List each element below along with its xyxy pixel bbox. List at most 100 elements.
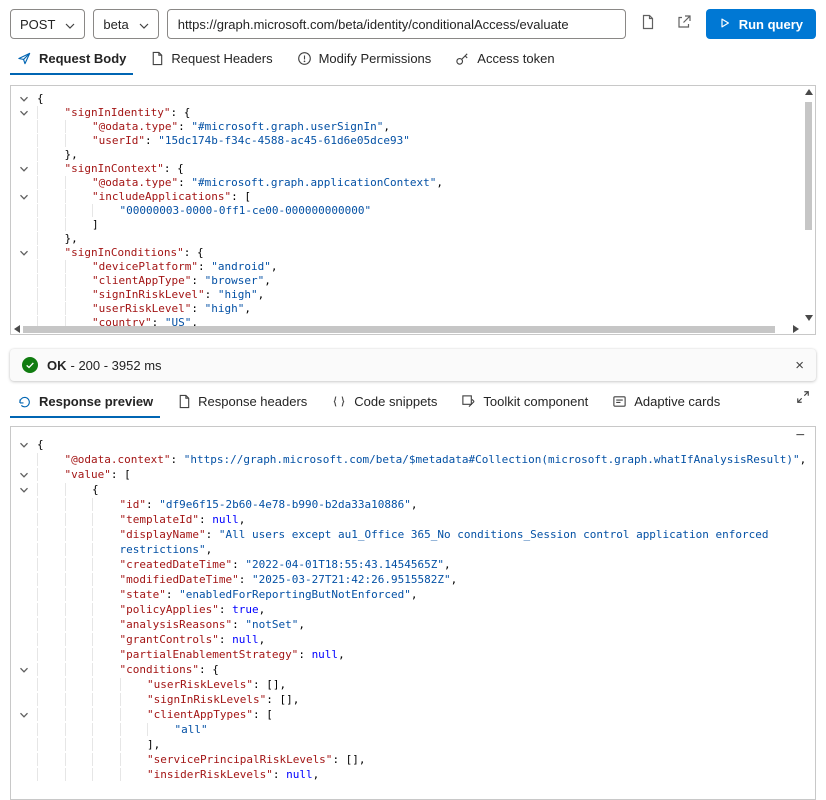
code-line: "displayName": "All users except au1_Off… <box>11 527 815 542</box>
code-line: { <box>11 482 815 497</box>
code-line: "id": "df9e6f15-2b60-4e78-b990-b2da33a10… <box>11 497 815 512</box>
permissions-icon <box>297 51 312 66</box>
code-line: "insiderRiskLevels": null, <box>11 767 815 782</box>
code-line: "userRiskLevel": "high", <box>11 302 815 316</box>
code-line: "state": "enabledForReportingButNotEnfor… <box>11 587 815 602</box>
tab-modify-permissions[interactable]: Modify Permissions <box>290 44 439 75</box>
code-line: "userRiskLevels": [], <box>11 677 815 692</box>
share-icon-button[interactable] <box>670 10 698 38</box>
fold-chevron-icon[interactable] <box>19 665 29 675</box>
tab-code-snippets[interactable]: Code snippets <box>324 387 444 418</box>
code-line: "conditions": { <box>11 662 815 677</box>
expand-icon[interactable] <box>796 390 810 409</box>
tab-adaptive-cards[interactable]: Adaptive cards <box>605 387 727 418</box>
code-line: "clientAppType": "browser", <box>11 274 815 288</box>
code-line: "includeApplications": [ <box>11 190 815 204</box>
tab-label: Response preview <box>39 394 154 409</box>
code-line: }, <box>11 148 815 162</box>
code-line: "clientAppTypes": [ <box>11 707 815 722</box>
code-line: "signInConditions": { <box>11 246 815 260</box>
code-line: "createdDateTime": "2022-04-01T18:55:43.… <box>11 557 815 572</box>
fold-chevron-icon[interactable] <box>19 710 29 720</box>
adaptive-cards-icon <box>612 394 627 409</box>
code-line: }, <box>11 232 815 246</box>
request-tabs: Request Body Request Headers Modify Perm… <box>0 44 826 75</box>
tab-request-headers[interactable]: Request Headers <box>143 44 279 75</box>
fold-chevron-icon[interactable] <box>19 94 29 104</box>
fold-chevron-icon[interactable] <box>19 470 29 480</box>
collapse-icon[interactable]: − <box>796 427 805 445</box>
response-status-bar: OK - 200 - 3952 ms × <box>10 349 816 381</box>
send-icon <box>17 51 32 66</box>
code-line: "@odata.type": "#microsoft.graph.applica… <box>11 176 815 190</box>
document-icon-button[interactable] <box>634 10 662 38</box>
fold-chevron-icon[interactable] <box>19 164 29 174</box>
code-line: "@odata.type": "#microsoft.graph.userSig… <box>11 120 815 134</box>
close-icon[interactable]: × <box>795 358 804 373</box>
status-code-text: OK <box>47 357 67 373</box>
tab-label: Response headers <box>198 394 308 409</box>
code-line: "templateId": null, <box>11 512 815 527</box>
horizontal-scroll-track <box>23 325 790 333</box>
response-preview-editor[interactable]: { "@odata.context": "https://graph.micro… <box>10 426 816 800</box>
api-version-label: beta <box>103 16 129 32</box>
code-line: "partialEnablementStrategy": null, <box>11 647 815 662</box>
run-query-button[interactable]: Run query <box>705 9 816 39</box>
toolkit-icon <box>461 394 476 409</box>
fold-chevron-icon[interactable] <box>19 248 29 258</box>
code-line: "signInRiskLevels": [], <box>11 692 815 707</box>
code-line: "policyApplies": true, <box>11 602 815 617</box>
tab-label: Request Body <box>39 51 127 66</box>
method-select[interactable]: POST <box>10 9 86 39</box>
code-line: "all" <box>11 722 815 737</box>
code-line: "grantControls": null, <box>11 632 815 647</box>
horizontal-scrollbar[interactable] <box>11 324 802 334</box>
scroll-right-arrow-icon[interactable] <box>793 325 799 333</box>
fold-chevron-icon[interactable] <box>19 108 29 118</box>
scroll-up-arrow-icon[interactable] <box>804 89 813 95</box>
tab-request-body[interactable]: Request Body <box>10 44 134 75</box>
request-body-editor[interactable]: { "signInIdentity": { "@odata.type": "#m… <box>10 85 816 335</box>
code-snippets-icon <box>331 394 347 409</box>
code-line: "@odata.context": "https://graph.microso… <box>11 452 815 467</box>
request-code: { "signInIdentity": { "@odata.type": "#m… <box>11 86 815 330</box>
vertical-scroll-thumb[interactable] <box>805 102 812 230</box>
scroll-left-arrow-icon[interactable] <box>14 325 20 333</box>
response-code: { "@odata.context": "https://graph.micro… <box>11 427 815 782</box>
response-tabs: Response preview Response headers Code s… <box>0 387 826 418</box>
success-check-icon <box>22 357 38 373</box>
tab-toolkit-component[interactable]: Toolkit component <box>454 387 595 418</box>
fold-chevron-icon[interactable] <box>19 440 29 450</box>
play-icon <box>719 17 731 32</box>
code-line: "servicePrincipalRiskLevels": [], <box>11 752 815 767</box>
code-line: "value": [ <box>11 467 815 482</box>
headers-icon <box>177 394 191 409</box>
preview-icon <box>17 394 32 409</box>
tab-label: Access token <box>477 51 555 66</box>
status-detail-text: - 200 - 3952 ms <box>70 357 162 373</box>
code-line: "devicePlatform": "android", <box>11 260 815 274</box>
key-icon <box>455 51 470 66</box>
tab-label: Modify Permissions <box>318 51 432 66</box>
code-line: { <box>11 437 815 452</box>
fold-chevron-icon[interactable] <box>19 485 29 495</box>
code-line: ] <box>11 218 815 232</box>
tab-access-token[interactable]: Access token <box>448 44 561 75</box>
run-query-label: Run query <box>738 16 803 32</box>
tab-response-preview[interactable]: Response preview <box>10 387 161 418</box>
api-version-select[interactable]: beta <box>93 9 159 39</box>
scroll-down-arrow-icon[interactable] <box>804 315 813 321</box>
url-input[interactable]: https://graph.microsoft.com/beta/identit… <box>166 9 626 39</box>
chevron-down-icon <box>139 17 149 32</box>
fold-chevron-icon[interactable] <box>19 192 29 202</box>
url-text: https://graph.microsoft.com/beta/identit… <box>177 16 569 32</box>
horizontal-scroll-thumb[interactable] <box>23 325 775 333</box>
code-line: "userId": "15dc174b-f34c-4588-ac45-61d6e… <box>11 134 815 148</box>
code-line: restrictions", <box>11 542 815 557</box>
document-icon <box>640 14 655 35</box>
graph-explorer-page: { "colors": { "accent": "#0078d4", "acti… <box>0 0 826 800</box>
tab-response-headers[interactable]: Response headers <box>170 387 314 418</box>
code-line: "signInIdentity": { <box>11 106 815 120</box>
vertical-scrollbar[interactable] <box>802 86 815 324</box>
code-line: "signInContext": { <box>11 162 815 176</box>
